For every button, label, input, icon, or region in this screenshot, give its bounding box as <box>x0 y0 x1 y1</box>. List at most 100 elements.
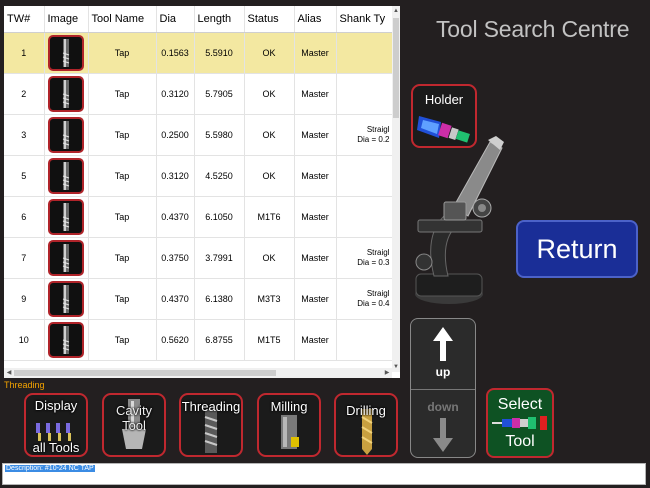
alias-cell: Master <box>294 196 337 238</box>
tw-cell: 2 <box>4 73 45 115</box>
table-row[interactable]: 5 Tap 0.3120 4.5250 OK Master <box>4 155 393 197</box>
tool-name-cell: Tap <box>88 73 157 115</box>
tw-cell: 9 <box>4 278 45 320</box>
scroll-left-arrow-icon[interactable]: ◀ <box>4 368 14 378</box>
col-header-dia[interactable]: Dia <box>156 6 195 33</box>
shank-dia-text: Dia = 0.4 <box>357 298 390 308</box>
tool-name-cell: Tap <box>88 196 157 238</box>
col-header-image[interactable]: Image <box>44 6 89 33</box>
length-cell: 5.5980 <box>194 114 245 156</box>
image-cell <box>44 155 89 197</box>
length-cell: 5.7905 <box>194 73 245 115</box>
shank-type-cell: Straigl Dia = 0.2 <box>336 114 393 156</box>
threading-label: Threading <box>181 399 241 414</box>
tool-name-cell: Tap <box>88 278 157 320</box>
horizontal-scrollbar[interactable]: ◀ ▶ <box>4 368 392 378</box>
dia-cell: 0.1563 <box>156 32 195 74</box>
table-row[interactable]: 6 Tap 0.4370 6.1050 M1T6 Master <box>4 196 393 238</box>
image-cell <box>44 278 89 320</box>
image-cell <box>44 237 89 279</box>
table-row[interactable]: 10 Tap 0.5620 6.8755 M1T5 Master <box>4 319 393 361</box>
shank-type-cell <box>336 319 393 361</box>
horizontal-scroll-thumb[interactable] <box>14 370 276 376</box>
shank-type-cell <box>336 73 393 115</box>
scroll-down-arrow-icon[interactable]: ▼ <box>392 362 400 372</box>
shank-dia-text: Dia = 0.2 <box>357 134 390 144</box>
col-header-tw[interactable]: TW# <box>4 6 45 33</box>
length-cell: 6.1050 <box>194 196 245 238</box>
cavity-label-2: Tool <box>122 418 146 433</box>
down-button[interactable]: down <box>411 389 475 457</box>
up-down-control: up down <box>410 318 476 458</box>
length-cell: 6.8755 <box>194 319 245 361</box>
drilling-button[interactable]: Drilling <box>334 393 398 457</box>
dia-cell: 0.4370 <box>156 278 195 320</box>
drilling-label: Drilling <box>346 403 386 418</box>
display-all-tools-button[interactable]: Display all Tools <box>24 393 88 457</box>
table-header-row: TW# Image Tool Name Dia Length Status Al… <box>4 6 393 33</box>
dia-cell: 0.3750 <box>156 237 195 279</box>
col-header-alias[interactable]: Alias <box>294 6 337 33</box>
display-all-label-2: all Tools <box>32 440 80 455</box>
vertical-scroll-thumb[interactable] <box>393 18 399 118</box>
vertical-scrollbar[interactable]: ▲ ▼ <box>392 6 400 372</box>
alias-cell: Master <box>294 278 337 320</box>
table-row[interactable]: 3 Tap 0.2500 5.5980 OK Master Straigl Dia = 0.2 <box>4 114 393 156</box>
tap-tool-icon <box>48 75 84 112</box>
return-button[interactable]: Return <box>516 220 638 278</box>
tap-tool-icon <box>48 198 84 235</box>
tap-tool-icon <box>48 116 84 153</box>
dia-cell: 0.2500 <box>156 114 195 156</box>
status-cell: OK <box>244 73 295 115</box>
tw-cell: 6 <box>4 196 45 238</box>
status-cell: OK <box>244 114 295 156</box>
alias-cell: Master <box>294 114 337 156</box>
col-header-tool-name[interactable]: Tool Name <box>88 6 157 33</box>
select-tool-button[interactable]: Select Tool <box>486 388 554 458</box>
cavity-tool-button[interactable]: Cavity Tool <box>102 393 166 457</box>
dia-cell: 0.4370 <box>156 196 195 238</box>
length-cell: 3.7991 <box>194 237 245 279</box>
table-row[interactable]: 1 Tap 0.1563 5.5910 OK Master <box>4 32 393 74</box>
dia-cell: 0.3120 <box>156 73 195 115</box>
image-cell <box>44 319 89 361</box>
status-cell: OK <box>244 237 295 279</box>
image-cell <box>44 73 89 115</box>
col-header-length[interactable]: Length <box>194 6 245 33</box>
status-cell: M3T3 <box>244 278 295 320</box>
microscope-icon <box>415 136 504 304</box>
image-cell <box>44 114 89 156</box>
tw-cell: 3 <box>4 114 45 156</box>
tw-cell: 1 <box>4 32 45 74</box>
shank-type-text: Straigl <box>366 288 390 298</box>
cavity-label-1: Cavity <box>115 403 153 418</box>
table-row[interactable]: 9 Tap 0.4370 6.1380 M3T3 Master Straigl Dia = 0… <box>4 278 393 320</box>
status-cell: M1T5 <box>244 319 295 361</box>
milling-label: Milling <box>270 399 308 414</box>
tool-table: TW# Image Tool Name Dia Length Status Al… <box>4 6 393 361</box>
threading-button[interactable]: Threading <box>179 393 243 457</box>
col-header-status[interactable]: Status <box>244 6 295 33</box>
table-row[interactable]: 7 Tap 0.3750 3.7991 OK Master Straigl Dia = 0.3 <box>4 237 393 279</box>
down-arrow-icon <box>433 418 453 452</box>
col-header-shank-type[interactable]: Shank Ty <box>336 6 393 33</box>
select-tool-label-1: Select <box>497 396 543 413</box>
status-cell: OK <box>244 32 295 74</box>
scroll-up-arrow-icon[interactable]: ▲ <box>392 6 400 16</box>
up-button[interactable]: up <box>411 319 475 388</box>
tool-name-cell: Tap <box>88 237 157 279</box>
up-arrow-icon <box>433 327 453 361</box>
select-tool-label-2: Tool <box>505 433 535 450</box>
scroll-right-arrow-icon[interactable]: ▶ <box>382 368 392 378</box>
tap-tool-icon <box>48 321 84 358</box>
milling-button[interactable]: Milling <box>257 393 321 457</box>
table-row[interactable]: 2 Tap 0.3120 5.7905 OK Master <box>4 73 393 115</box>
tool-description: Description: #10-24 NC TAP <box>5 465 95 472</box>
alias-cell: Master <box>294 32 337 74</box>
length-cell: 6.1380 <box>194 278 245 320</box>
tool-name-cell: Tap <box>88 319 157 361</box>
holder-label: Holder <box>424 92 464 107</box>
down-label: down <box>427 400 459 414</box>
tool-name-cell: Tap <box>88 155 157 197</box>
display-all-label-1: Display <box>34 398 78 413</box>
